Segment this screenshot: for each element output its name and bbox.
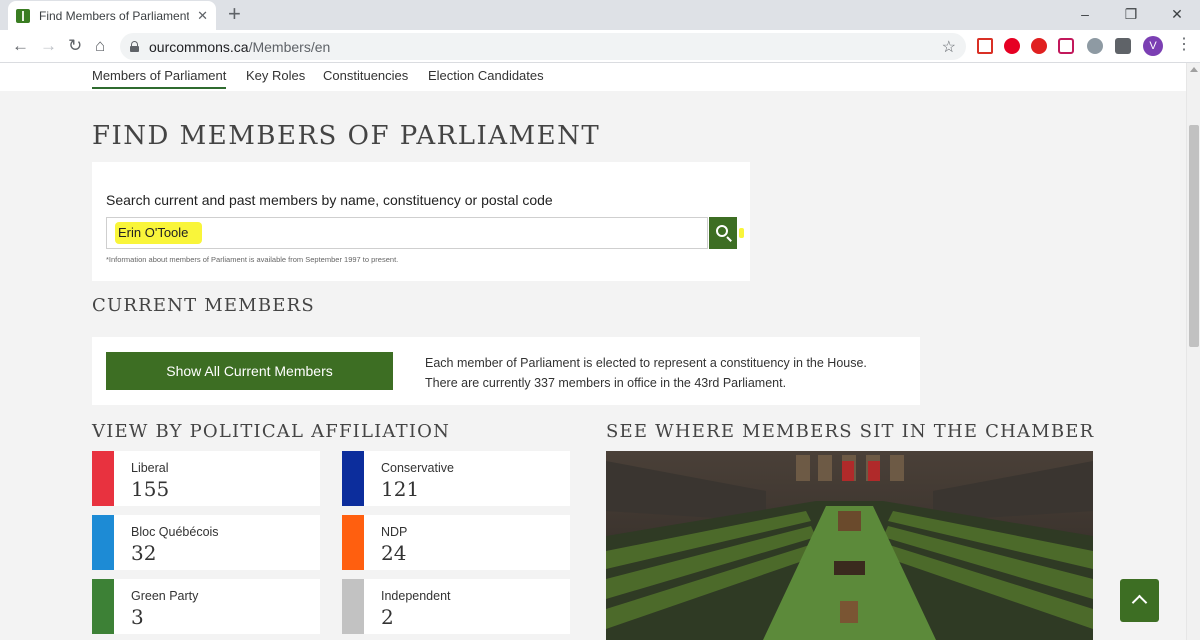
party-color-bar [342,451,364,506]
house-of-commons-chamber-photo [606,451,1093,640]
forward-icon[interactable]: → [40,35,57,57]
description-line-1: Each member of Parliament is elected to … [425,356,867,370]
search-button[interactable] [709,217,737,249]
party-count: 2 [381,605,394,629]
new-tab-icon[interactable]: + [228,3,241,25]
bookmark-star-icon[interactable]: ☆ [942,37,956,57]
party-name: Liberal [131,461,169,475]
pocket-icon[interactable] [1058,38,1074,54]
tab-close-icon[interactable]: ✕ [197,8,208,24]
search-icon [716,225,728,237]
search-note: *Information about members of Parliament… [106,255,399,264]
highlight-mark [739,228,744,238]
browser-tabstrip: Find Members of Parliament - M ✕ + – ❐ ✕ [0,0,1200,30]
scroll-up-icon[interactable] [1190,67,1198,72]
show-all-current-members-button[interactable]: Show All Current Members [106,352,393,390]
current-members-card: Show All Current Members Each member of … [92,337,920,405]
party-count: 24 [381,541,407,565]
page-scrollbar[interactable] [1186,63,1200,640]
description-line-2: There are currently 337 members in offic… [425,376,787,390]
party-card-independent[interactable]: Independent 2 [342,579,570,634]
drive-icon[interactable] [1087,38,1103,54]
home-icon[interactable]: ⌂ [95,35,105,57]
browser-toolbar: ← → ↻ ⌂ ourcommons.ca/Members/en ☆ V ⋮ [0,30,1200,63]
url-path: /Members/en [248,38,331,55]
search-icon-handle [726,236,732,242]
adblock-plus-icon[interactable] [1031,38,1047,54]
browser-menu-icon[interactable]: ⋮ [1176,34,1192,54]
party-name: Independent [381,589,451,603]
party-color-bar [342,515,364,570]
tab-election-candidates[interactable]: Election Candidates [428,68,544,83]
party-count: 3 [131,605,144,629]
search-card: Search current and past members by name,… [92,162,750,281]
back-to-top-button[interactable] [1120,579,1159,622]
chevron-up-icon [1131,594,1148,611]
back-icon[interactable]: ← [12,35,29,57]
pinterest-icon[interactable] [1004,38,1020,54]
party-name: Bloc Québécois [131,525,219,539]
tab-title: Find Members of Parliament - M [39,8,189,23]
profile-avatar[interactable]: V [1143,36,1163,56]
party-card-liberal[interactable]: Liberal 155 [92,451,320,506]
party-card-conservative[interactable]: Conservative 121 [342,451,570,506]
reload-icon[interactable]: ↻ [68,35,82,57]
party-count: 155 [131,477,170,501]
url-domain: ourcommons.ca [149,38,249,55]
window-controls: – ❐ ✕ [1062,0,1200,30]
party-name: NDP [381,525,408,539]
page-content: Members of Parliament Key Roles Constitu… [0,63,1186,640]
party-card-bloc-quebecois[interactable]: Bloc Québécois 32 [92,515,320,570]
tab-constituencies[interactable]: Constituencies [323,68,408,83]
party-color-bar [92,515,114,570]
window-close-icon[interactable]: ✕ [1154,0,1200,30]
gmail-icon[interactable] [977,38,993,54]
party-card-ndp[interactable]: NDP 24 [342,515,570,570]
chamber-heading: SEE WHERE MEMBERS SIT IN THE CHAMBER [606,421,1095,442]
address-bar[interactable]: ourcommons.ca/Members/en ☆ [120,33,966,60]
chamber-image[interactable] [606,451,1093,640]
party-color-bar [92,579,114,634]
url-text: ourcommons.ca/Members/en [149,39,330,55]
current-members-heading: CURRENT MEMBERS [92,295,315,316]
party-count: 121 [381,477,420,501]
party-card-green-party[interactable]: Green Party 3 [92,579,320,634]
party-color-bar [92,451,114,506]
tab-members-of-parliament[interactable]: Members of Parliament [92,68,227,89]
parliament-favicon-icon [16,8,30,23]
extensions-puzzle-icon[interactable] [1115,38,1131,54]
lock-icon [130,41,139,52]
page-title: FIND MEMBERS OF PARLIAMENT [92,121,601,151]
party-count: 32 [131,541,157,565]
search-label: Search current and past members by name,… [106,192,553,208]
party-name: Green Party [131,589,199,603]
minimize-icon[interactable]: – [1062,0,1108,30]
section-nav: Members of Parliament Key Roles Constitu… [0,63,1186,91]
tab-key-roles[interactable]: Key Roles [246,68,305,83]
current-members-description: Each member of Parliament is elected to … [425,353,867,393]
political-affiliation-heading: VIEW BY POLITICAL AFFILIATION [92,421,451,442]
restore-icon[interactable]: ❐ [1108,0,1154,30]
party-name: Conservative [381,461,454,475]
browser-tab[interactable]: Find Members of Parliament - M ✕ [8,1,216,30]
scrollbar-thumb[interactable] [1189,125,1199,347]
search-input-value: Erin O'Toole [118,225,189,240]
party-color-bar [342,579,364,634]
